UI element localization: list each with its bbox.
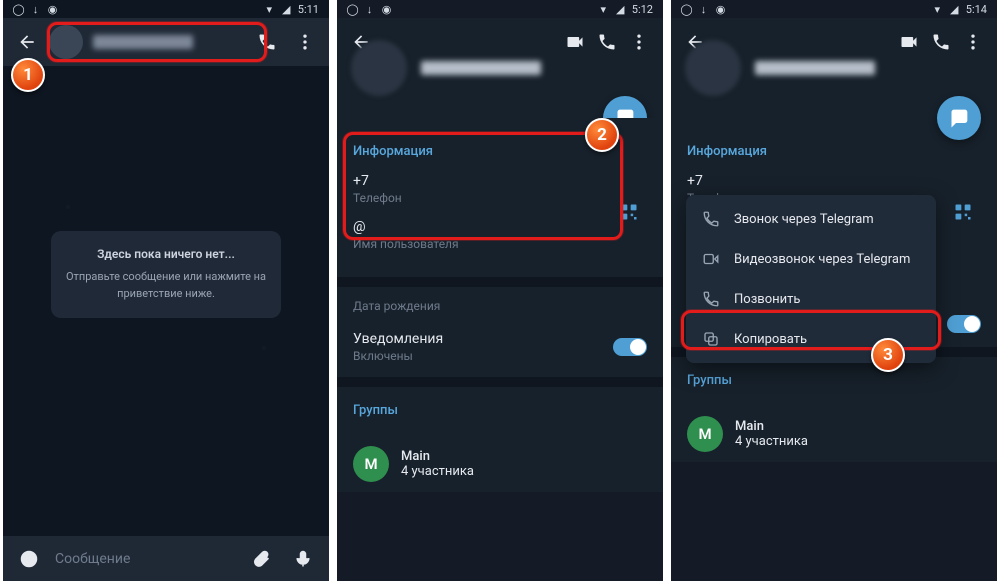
back-button[interactable] <box>11 26 43 58</box>
group-row[interactable]: M Main 4 участника <box>671 406 997 462</box>
group-row[interactable]: M Main 4 участника <box>337 436 663 492</box>
attach-button[interactable] <box>245 543 277 575</box>
ctx-call[interactable]: Позвонить <box>686 279 936 319</box>
chat-body: Здесь пока ничего нет... Отправьте сообщ… <box>3 66 329 536</box>
signal-icon: ◢ <box>949 4 960 15</box>
groups-section: Группы <box>337 387 663 436</box>
phone-row[interactable]: +7 Телефон <box>353 173 647 205</box>
more-button[interactable] <box>623 26 655 58</box>
group-members: 4 участника <box>735 434 808 449</box>
notifications-label: Уведомления <box>353 331 443 347</box>
chat-title-area[interactable] <box>49 25 245 59</box>
message-input-bar: Сообщение <box>3 536 329 581</box>
birthday-row[interactable]: Дата рождения <box>337 287 663 317</box>
avatar[interactable] <box>351 40 407 96</box>
birthday-label: Дата рождения <box>353 299 440 313</box>
groups-title: Группы <box>687 373 981 388</box>
group-name: Main <box>401 449 474 464</box>
contact-name-blurred <box>421 61 541 75</box>
avatar[interactable] <box>685 40 741 96</box>
viber-icon: ◉ <box>47 4 58 15</box>
screen-profile: ◯ ↓ ◉ ▾ ◢ 5:12 <box>337 0 663 581</box>
whatsapp-icon: ◯ <box>13 4 24 15</box>
notifications-toggle[interactable] <box>947 315 981 333</box>
contact-name-blurred <box>93 35 193 49</box>
whatsapp-icon: ◯ <box>681 4 692 15</box>
wifi-icon: ▾ <box>598 4 609 15</box>
more-button[interactable] <box>289 26 321 58</box>
status-bar: ◯ ↓ ◉ ▾ ◢ 5:14 <box>671 0 997 18</box>
username-label: Имя пользователя <box>353 237 647 251</box>
phone-value: +7 <box>353 173 647 189</box>
phone-call-button[interactable] <box>251 26 283 58</box>
clock-text: 5:11 <box>298 3 319 16</box>
divider <box>337 277 663 287</box>
download-icon: ↓ <box>30 4 41 15</box>
group-avatar: M <box>687 416 723 452</box>
download-icon: ↓ <box>364 4 375 15</box>
mic-button[interactable] <box>287 543 319 575</box>
status-bar: ◯ ↓ ◉ ▾ ◢ 5:12 <box>337 0 663 18</box>
empty-state-card[interactable]: Здесь пока ничего нет... Отправьте сообщ… <box>51 231 281 318</box>
signal-icon: ◢ <box>615 4 626 15</box>
group-avatar: M <box>353 446 389 482</box>
emoji-button[interactable] <box>13 543 45 575</box>
phone-label: Телефон <box>353 191 647 205</box>
profile-hero <box>671 18 997 118</box>
step-badge-1: 1 <box>11 58 45 92</box>
empty-title: Здесь пока ничего нет... <box>65 247 267 261</box>
clock-text: 5:14 <box>966 3 987 16</box>
message-fab[interactable] <box>937 96 981 140</box>
groups-title: Группы <box>353 403 647 418</box>
viber-icon: ◉ <box>715 4 726 15</box>
chat-header <box>3 18 329 66</box>
video-call-button[interactable] <box>559 26 591 58</box>
groups-section: Группы <box>671 357 997 406</box>
notifications-row[interactable]: Уведомления Включены <box>337 317 663 377</box>
qr-button[interactable] <box>951 200 975 224</box>
more-button[interactable] <box>957 26 989 58</box>
phone-call-button[interactable] <box>591 26 623 58</box>
viber-icon: ◉ <box>381 4 392 15</box>
phone-call-button[interactable] <box>925 26 957 58</box>
download-icon: ↓ <box>698 4 709 15</box>
ctx-label: Позвонить <box>734 292 800 307</box>
username-row[interactable]: @ Имя пользователя <box>353 219 647 251</box>
notifications-state: Включены <box>353 349 443 363</box>
notifications-toggle[interactable] <box>613 338 647 356</box>
wifi-icon: ▾ <box>932 4 943 15</box>
username-value: @ <box>353 219 647 235</box>
ctx-label: Копировать <box>734 332 807 347</box>
profile-hero <box>337 18 663 118</box>
context-menu: Звонок через Telegram Видеозвонок через … <box>686 195 936 363</box>
step-badge-2: 2 <box>585 118 619 152</box>
empty-body: Отправьте сообщение или нажмите на приве… <box>65 269 267 302</box>
screen-context-menu: ◯ ↓ ◉ ▾ ◢ 5:14 <box>671 0 997 581</box>
info-section-title: Информация <box>687 144 981 159</box>
whatsapp-icon: ◯ <box>347 4 358 15</box>
ctx-call-telegram[interactable]: Звонок через Telegram <box>686 199 936 239</box>
status-bar: ◯ ↓ ◉ ▾ ◢ 5:11 <box>3 0 329 18</box>
ctx-label: Видеозвонок через Telegram <box>734 252 910 267</box>
qr-button[interactable] <box>617 200 641 224</box>
divider <box>337 377 663 387</box>
group-members: 4 участника <box>401 464 474 479</box>
step-badge-3: 3 <box>871 338 905 372</box>
group-name: Main <box>735 419 808 434</box>
screen-chat: ◯ ↓ ◉ ▾ ◢ 5:11 Здесь пока ничего нет... … <box>3 0 329 581</box>
signal-icon: ◢ <box>281 4 292 15</box>
video-call-button[interactable] <box>893 26 925 58</box>
avatar <box>49 25 83 59</box>
message-input[interactable]: Сообщение <box>55 551 235 567</box>
contact-name-blurred <box>755 61 875 75</box>
ctx-video-telegram[interactable]: Видеозвонок через Telegram <box>686 239 936 279</box>
phone-value: +7 <box>687 173 981 189</box>
wifi-icon: ▾ <box>264 4 275 15</box>
ctx-label: Звонок через Telegram <box>734 212 874 227</box>
clock-text: 5:12 <box>632 3 653 16</box>
